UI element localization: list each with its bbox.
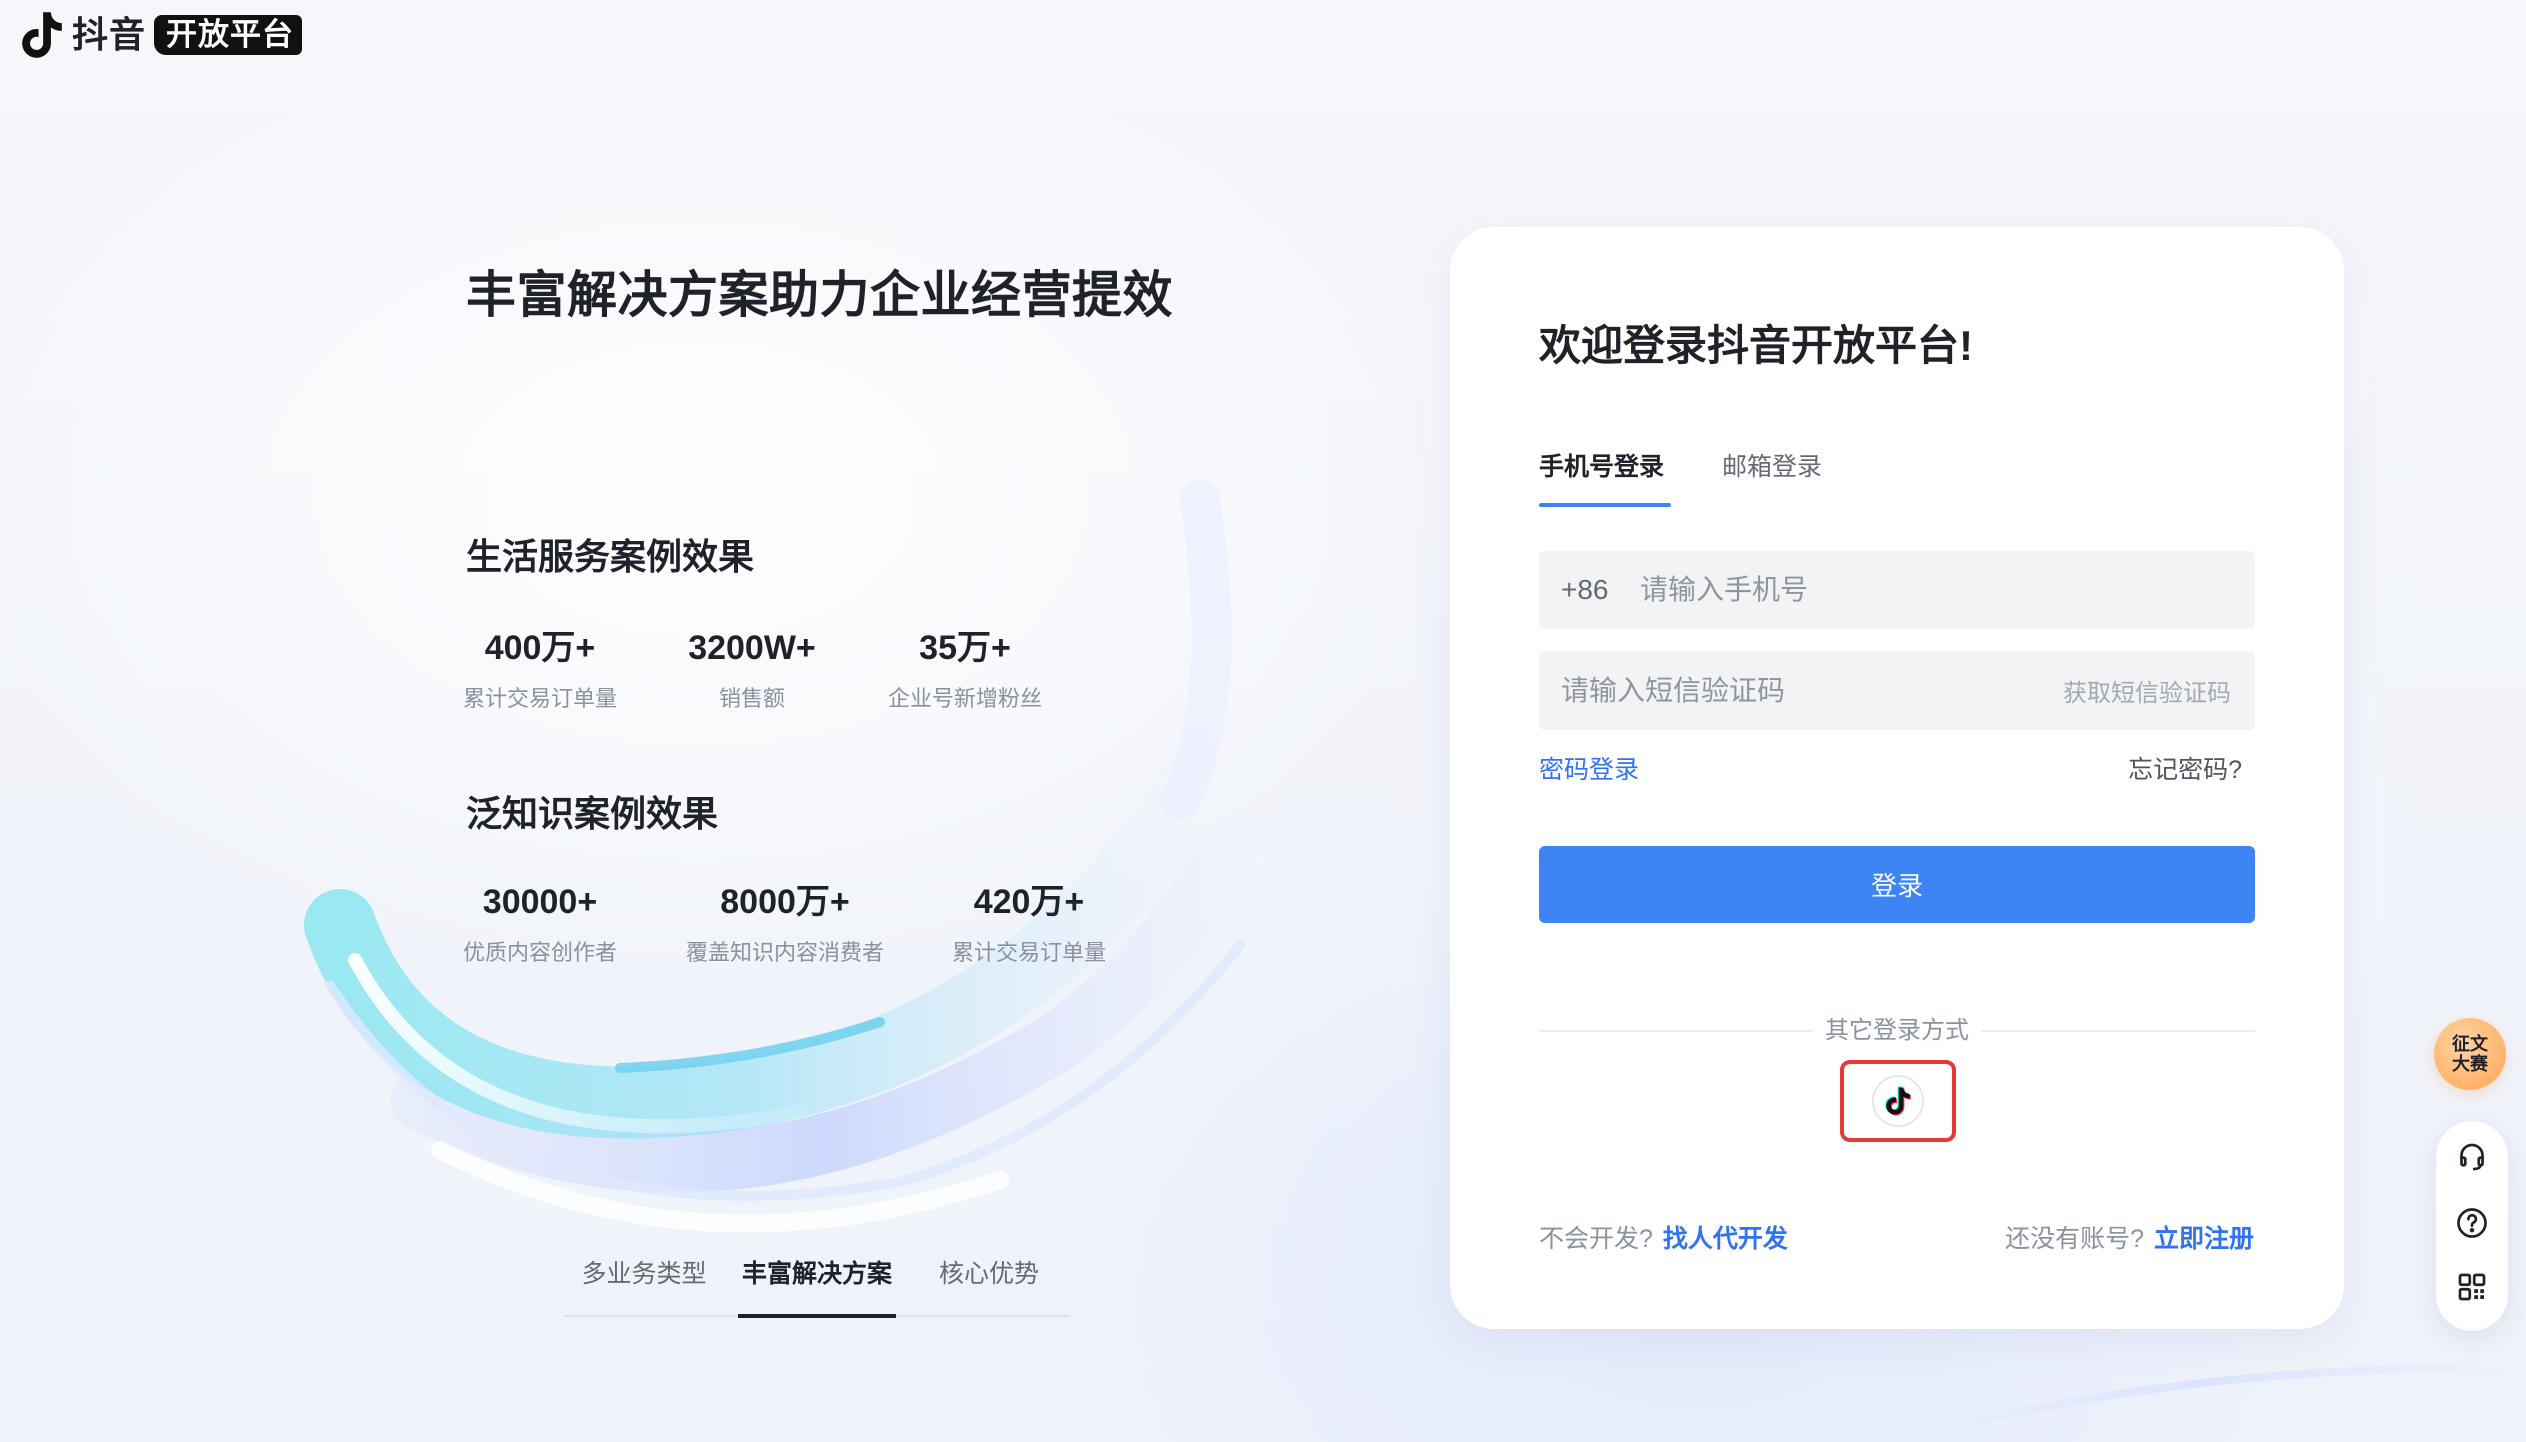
divider-line [1981,1030,2255,1032]
brand-name: 抖音 [72,14,147,55]
section-title-local-services: 生活服务案例效果 [466,536,755,577]
other-login-methods-label: 其它登录方式 [1825,1017,1969,1044]
stat-label: 覆盖知识内容消费者 [685,940,884,965]
tab-label: 丰富解决方案 [741,1260,892,1288]
stat-label: 企业号新增粉丝 [887,686,1042,711]
stat-value: 400万+ [484,629,596,667]
find-developer-row: 不会开发? 找人代开发 [1539,1223,1788,1255]
get-sms-code-button[interactable]: 获取短信验证码 [2063,673,2231,708]
stat-value: 35万+ [919,629,1011,667]
login-button[interactable]: 登录 [1539,846,2255,923]
question-icon [2457,1208,2487,1238]
register-link[interactable]: 立即注册 [2154,1225,2254,1253]
hero-headline: 丰富解决方案助力企业经营提效 [466,267,1173,323]
stat-item: 30000+ 优质内容创作者 [420,882,660,967]
tab-phone-login[interactable]: 手机号登录 [1539,449,1664,485]
essay-contest-badge[interactable]: 征文 大赛 [2434,1018,2506,1090]
stat-value: 420万+ [973,883,1085,921]
dev-prompt: 不会开发? [1539,1225,1653,1253]
tab-email-login[interactable]: 邮箱登录 [1722,449,1822,485]
qrcode-button[interactable] [2453,1268,2491,1306]
tab-rich-solutions[interactable]: 丰富解决方案 [738,1256,896,1318]
stat-item: 420万+ 累计交易订单量 [909,882,1149,967]
stat-value: 8000万+ [720,883,850,921]
stat-value: 30000+ [482,883,598,921]
login-tab-indicator [1539,503,1671,507]
douyin-logo-icon [22,12,62,58]
phone-field[interactable]: +86 [1539,551,2255,629]
password-login-link[interactable]: 密码登录 [1539,754,1639,786]
customer-service-button[interactable] [2453,1138,2491,1176]
stat-item: 8000万+ 覆盖知识内容消费者 [665,882,905,967]
register-row: 还没有账号? 立即注册 [2005,1223,2254,1255]
find-developer-link[interactable]: 找人代开发 [1663,1225,1788,1253]
login-title: 欢迎登录抖音开放平台! [1539,322,1973,369]
stat-label: 累计交易订单量 [951,940,1106,965]
tab-label: 核心优势 [938,1260,1039,1288]
highlight-box [1840,1060,1956,1142]
qrcode-icon [2458,1273,2486,1301]
stat-label: 累计交易订单量 [462,686,617,711]
sms-code-field[interactable]: 获取短信验证码 [1539,651,2255,730]
tab-label: 多业务类型 [581,1260,707,1288]
contest-badge-line2: 大赛 [2452,1054,2488,1074]
login-card: 欢迎登录抖音开放平台! 手机号登录 邮箱登录 +86 获取短信验证码 密码登录 … [1450,227,2344,1329]
floating-toolbar [2436,1121,2508,1331]
divider-line [1539,1030,1813,1032]
stat-item: 400万+ 累计交易订单量 [420,628,660,713]
sms-code-input[interactable] [1561,674,2063,707]
tab-multi-business[interactable]: 多业务类型 [565,1256,723,1318]
other-login-methods-divider: 其它登录方式 [1539,1015,2255,1047]
country-code[interactable]: +86 [1561,574,1640,606]
douyin-icon [1885,1086,1911,1116]
stat-value: 3200W+ [688,629,816,667]
headset-icon [2460,1143,2484,1171]
register-prompt: 还没有账号? [2005,1225,2144,1253]
brand-badge: 开放平台 [154,15,303,55]
forgot-password-link[interactable]: 忘记密码? [2128,754,2242,786]
tab-core-advantages[interactable]: 核心优势 [910,1256,1068,1318]
active-tab-indicator [738,1314,896,1318]
help-button[interactable] [2453,1204,2491,1242]
stat-label: 销售额 [718,686,785,711]
stat-label: 优质内容创作者 [462,940,617,965]
phone-input[interactable] [1640,574,2231,606]
stat-item: 35万+ 企业号新增粉丝 [845,628,1085,713]
contest-badge-line1: 征文 [2452,1034,2488,1054]
douyin-login-button[interactable] [1872,1075,1924,1127]
stat-item: 3200W+ 销售额 [632,628,872,713]
section-title-knowledge: 泛知识案例效果 [466,793,719,834]
douyin-open-platform-logo[interactable]: 抖音 开放平台 [20,10,303,60]
